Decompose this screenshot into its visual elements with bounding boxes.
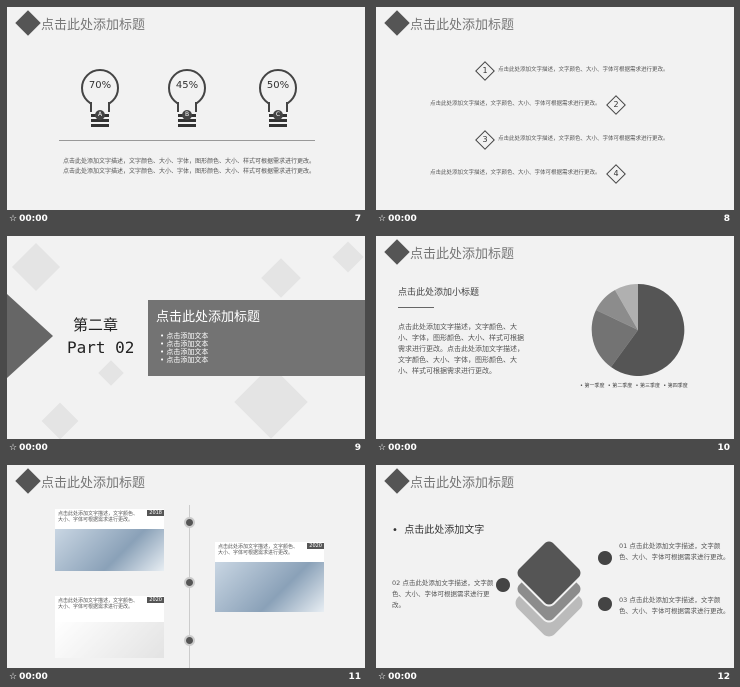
chapter-label: 第二章	[73, 316, 119, 334]
title-diamond-icon	[15, 10, 41, 36]
card-1: 点击此处添加文字描述，文字颜色、大小、字体可根据需求进行更改。 2018	[55, 509, 164, 571]
slide-title: 点击此处添加标题	[410, 476, 515, 491]
title-diamond-icon	[384, 239, 410, 265]
bulb-b: 45% B	[168, 69, 206, 131]
subtitle: 点击此处添加小标题	[398, 288, 480, 298]
slide-footer: ☆ 00:00 8	[378, 214, 730, 224]
slide-11: 点击此处添加标题 点击此处添加文字描述，文字颜色、大小、字体可根据需求进行更改。…	[7, 465, 365, 668]
title-box: 点击此处添加标题 • 点击添加文本 • 点击添加文本 • 点击添加文本 • 点击…	[148, 300, 365, 376]
part-label: Part 02	[67, 338, 135, 357]
slide-footer: ☆ 00:00 7	[9, 214, 361, 224]
divider	[59, 140, 315, 141]
bulb-a: 70% A	[81, 69, 119, 131]
desk-photo	[55, 622, 164, 658]
meeting-photo	[215, 562, 324, 612]
slide-thumb-12[interactable]: 点击此处添加标题 • 点击此处添加文字 01 点击此处添加文字描述，文字颜色、大…	[376, 465, 734, 687]
bullet-text: • 点击此处添加文字	[392, 525, 485, 536]
pie-chart	[591, 283, 685, 376]
slide-footer: ☆ 00:00 9	[9, 443, 361, 453]
slide-footer: ☆ 00:00 10	[378, 443, 730, 453]
number-badge: 3	[475, 130, 495, 150]
number-badge: 1	[475, 61, 495, 81]
slide-title: 点击此处添加标题	[410, 18, 515, 33]
title-diamond-icon	[15, 468, 41, 494]
slide-7: 点击此处添加标题 70% A 45% B 50% C 点击此处添加文字描述，文字…	[7, 7, 365, 210]
office-photo	[55, 529, 164, 571]
body-text: 点击此处添加文字描述，文字颜色、大小、字体，图形颜色、大小、样式可根据需求进行更…	[63, 158, 316, 175]
slide-footer: ☆ 00:00 12	[378, 672, 730, 682]
slide-title: 点击此处添加标题	[41, 18, 146, 33]
card-2: 点击此处添加文字描述，文字颜色、大小、字体可根据需求进行更改。 2020	[215, 542, 324, 612]
slide-title: 点击此处添加标题	[410, 247, 515, 262]
title-diamond-icon	[384, 468, 410, 494]
slide-thumb-8[interactable]: 点击此处添加标题 1 点击此处添加文字描述，文字颜色、大小、字体可根据需求进行更…	[376, 7, 734, 229]
bulb-c: 50% C	[259, 69, 297, 131]
slide-title: 点击此处添加标题	[41, 476, 146, 491]
slide-thumb-7[interactable]: 点击此处添加标题 70% A 45% B 50% C 点击此处添加文字描述，文字…	[7, 7, 365, 229]
slide-10: 点击此处添加标题 点击此处添加小标题 点击此处添加文字描述，文字颜色、大小、字体…	[376, 236, 734, 439]
slide-12: 点击此处添加标题 • 点击此处添加文字 01 点击此处添加文字描述，文字颜色、大…	[376, 465, 734, 668]
slide-footer: ☆ 00:00 11	[9, 672, 361, 682]
icon-dot	[598, 551, 612, 565]
icon-dot	[598, 597, 612, 611]
slide-thumb-11[interactable]: 点击此处添加标题 点击此处添加文字描述，文字颜色、大小、字体可根据需求进行更改。…	[7, 465, 365, 687]
arrow-shape	[7, 294, 53, 378]
body-text: 点击此处添加文字描述，文字颜色、大小、字体，图形颜色、大小、样式可根据需求进行更…	[398, 323, 524, 375]
slide-9: 第二章 Part 02 点击此处添加标题 • 点击添加文本 • 点击添加文本 •…	[7, 236, 365, 439]
legend: • 第一季度 • 第二季度 • 第三季度 • 第四季度	[580, 383, 688, 389]
slide-thumb-9[interactable]: 第二章 Part 02 点击此处添加标题 • 点击添加文本 • 点击添加文本 •…	[7, 236, 365, 458]
slide-thumb-10[interactable]: 点击此处添加标题 点击此处添加小标题 点击此处添加文字描述，文字颜色、大小、字体…	[376, 236, 734, 458]
icon-dot	[496, 578, 510, 592]
card-3: 点击此处添加文字描述，文字颜色、大小、字体可根据需求进行更改。 2020	[55, 596, 164, 658]
slide-8: 点击此处添加标题 1 点击此处添加文字描述，文字颜色、大小、字体可根据需求进行更…	[376, 7, 734, 210]
title-diamond-icon	[384, 10, 410, 36]
